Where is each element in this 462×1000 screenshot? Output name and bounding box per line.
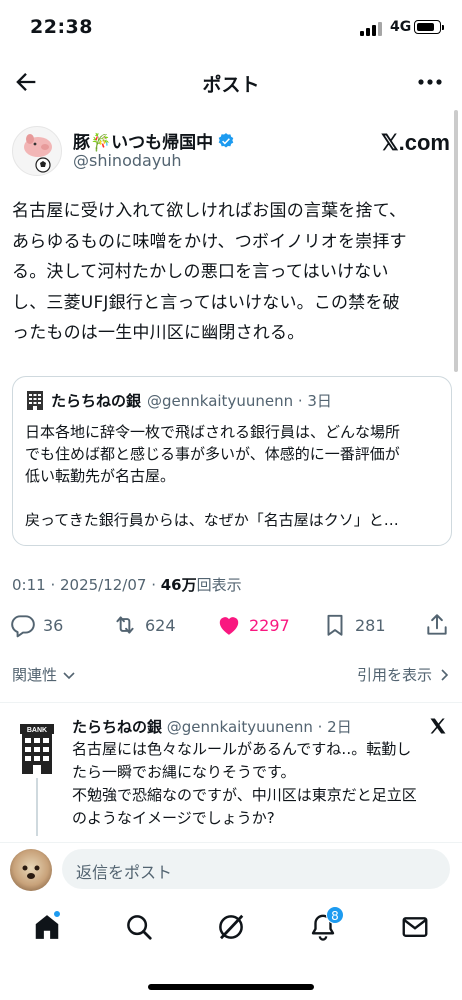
- like-button[interactable]: 2297: [216, 612, 290, 638]
- quoted-post-text: 日本各地に辞令一枚で飛ばされる銀行員は、どんな場所 でも住めば都と感じる事が多い…: [25, 421, 445, 531]
- reply-text-line: 不勉強で恐縮なのですが、中川区は東京だと足立区: [72, 786, 417, 804]
- reply-author-meta: @gennkaityuunenn · 2日: [162, 718, 352, 736]
- home-indicator[interactable]: [148, 984, 314, 990]
- thread-line: [36, 778, 38, 836]
- post-actions: 36 624 2297 281: [0, 608, 462, 642]
- post-text: 名古屋に受け入れて欲しければお国の言葉を捨て、 あらゆるものに味噌をかけ、つボイ…: [12, 196, 452, 349]
- reply-input[interactable]: 返信をポスト: [62, 849, 450, 889]
- repost-count: 624: [145, 615, 176, 635]
- scroll-indicator[interactable]: [454, 110, 458, 372]
- dog-avatar-icon: [22, 865, 40, 879]
- tab-search[interactable]: [124, 912, 154, 942]
- quoted-text-line: 低い転勤先が名古屋。: [25, 467, 176, 485]
- post-author: 豚🎋いつも帰国中 @shinodayuh 𝕏.com: [10, 124, 450, 180]
- repost-button[interactable]: 624: [112, 612, 176, 638]
- status-time: 22:38: [30, 16, 93, 38]
- home-unread-dot: [53, 910, 61, 918]
- reply-text: 名古屋には色々なルールがあるんですね‥。転勤し たら一瞬でお縄になりそうです。 …: [72, 738, 452, 830]
- author-avatar[interactable]: [12, 126, 62, 176]
- author-name[interactable]: 豚🎋いつも帰国中: [73, 128, 235, 153]
- share-icon: [427, 614, 447, 635]
- notification-badge: 8: [326, 906, 344, 924]
- view-quotes-label: 引用を表示: [356, 666, 432, 684]
- quoted-author-meta: @gennkaityuunenn · 3日: [147, 391, 332, 410]
- view-quotes-link[interactable]: 引用を表示: [357, 664, 452, 685]
- divider: [0, 702, 462, 703]
- network-label: 4G: [390, 19, 412, 35]
- bookmark-button[interactable]: 281: [322, 612, 386, 638]
- reply-count: 36: [43, 615, 64, 635]
- quoted-post-header: たらちねの銀 @gennkaityuunenn · 3日: [25, 389, 332, 411]
- bank-icon: BANK: [20, 724, 54, 774]
- post-meta: 0:11 · 2025/12/07 · 46万回表示: [12, 574, 242, 595]
- chevron-down-icon: [63, 671, 75, 679]
- tab-grok[interactable]: [216, 912, 246, 942]
- author-name-text: 豚🎋いつも帰国中: [73, 133, 214, 153]
- tab-notifications[interactable]: 8: [308, 906, 344, 942]
- reply-post[interactable]: BANK たらちねの銀 @gennkaityuunenn · 2日 名古屋には色…: [0, 712, 462, 836]
- mail-icon: [402, 917, 428, 937]
- signal-icon: [360, 22, 384, 36]
- reply-text-line: 名古屋には色々なルールがあるんですね‥。転勤し: [72, 740, 412, 758]
- bookmark-icon: [327, 614, 343, 636]
- post-text-line: 名古屋に受け入れて欲しければお国の言葉を捨て、: [12, 201, 407, 221]
- post-text-line: る。決して河村たかしの悪口を言ってはいけない: [12, 262, 389, 282]
- verified-icon: [218, 132, 234, 148]
- post-timestamp: 0:11 · 2025/12/07 ·: [12, 576, 161, 594]
- post-text-line: ったものは一生中川区に幽閉される。: [12, 323, 305, 343]
- sort-relevance-button[interactable]: 関連性: [12, 664, 77, 685]
- tab-home[interactable]: [32, 910, 62, 942]
- x-logo-icon: [430, 718, 446, 734]
- pig-avatar-icon: [24, 134, 52, 173]
- post-text-line: あらゆるものに味噌をかけ、つボイノリオを崇拝す: [12, 231, 407, 252]
- reply-text-line: たら一瞬でお縄になりそうです。: [72, 763, 296, 781]
- quoted-text-line: 戻ってきた銀行員からは、なぜか「名古屋はクソ」と…: [25, 511, 399, 529]
- reply-text-line: のようなイメージでしょうか?: [72, 809, 275, 827]
- view-label: 回表示: [196, 576, 242, 594]
- svg-text:BANK: BANK: [27, 727, 47, 734]
- chevron-right-icon: [441, 668, 449, 681]
- reply-composer: 返信をポスト: [0, 842, 462, 894]
- search-icon: [127, 915, 152, 940]
- status-bar: 22:38 4G: [0, 0, 462, 56]
- reply-author-avatar[interactable]: BANK: [14, 720, 60, 776]
- page-title: ポスト: [202, 74, 260, 96]
- quoted-post[interactable]: たらちねの銀 @gennkaityuunenn · 3日 日本各地に辞令一枚で飛…: [12, 376, 452, 546]
- battery-icon: [414, 20, 444, 34]
- quoted-author-name: たらちねの銀: [51, 391, 142, 410]
- repost-icon: [116, 616, 134, 634]
- heart-icon: [219, 617, 239, 635]
- like-count: 2297: [249, 615, 290, 635]
- more-icon: [418, 79, 442, 85]
- bank-icon: [27, 391, 43, 410]
- quoted-text-line: でも住めば都と感じる事が多いが、体感的に一番評価が: [25, 445, 400, 463]
- grok-icon: [219, 914, 244, 940]
- quoted-text-line: 日本各地に辞令一枚で飛ばされる銀行員は、どんな場所: [25, 423, 401, 441]
- bottom-tab-bar: 8: [0, 900, 462, 960]
- reply-author-name[interactable]: たらちねの銀: [72, 718, 162, 736]
- author-handle[interactable]: @shinodayuh: [73, 151, 182, 170]
- tab-messages[interactable]: [400, 912, 430, 942]
- quoted-text-gap: [25, 487, 445, 509]
- view-count: 46万: [160, 576, 197, 594]
- bookmark-count: 281: [355, 615, 386, 635]
- reply-button[interactable]: 36: [10, 612, 63, 638]
- user-avatar[interactable]: [10, 849, 52, 891]
- post-header: ポスト: [0, 60, 462, 104]
- share-button[interactable]: [424, 612, 450, 638]
- more-button[interactable]: [416, 70, 444, 94]
- post-text-line: し、三菱UFJ銀行と言ってはいけない。この禁を破: [12, 292, 400, 313]
- replies-sort-row: 関連性 引用を表示: [12, 660, 452, 690]
- reply-header: たらちねの銀 @gennkaityuunenn · 2日: [72, 716, 352, 737]
- x-com-logo: 𝕏.com: [380, 130, 450, 155]
- reply-icon: [11, 615, 35, 638]
- sort-label: 関連性: [12, 666, 58, 684]
